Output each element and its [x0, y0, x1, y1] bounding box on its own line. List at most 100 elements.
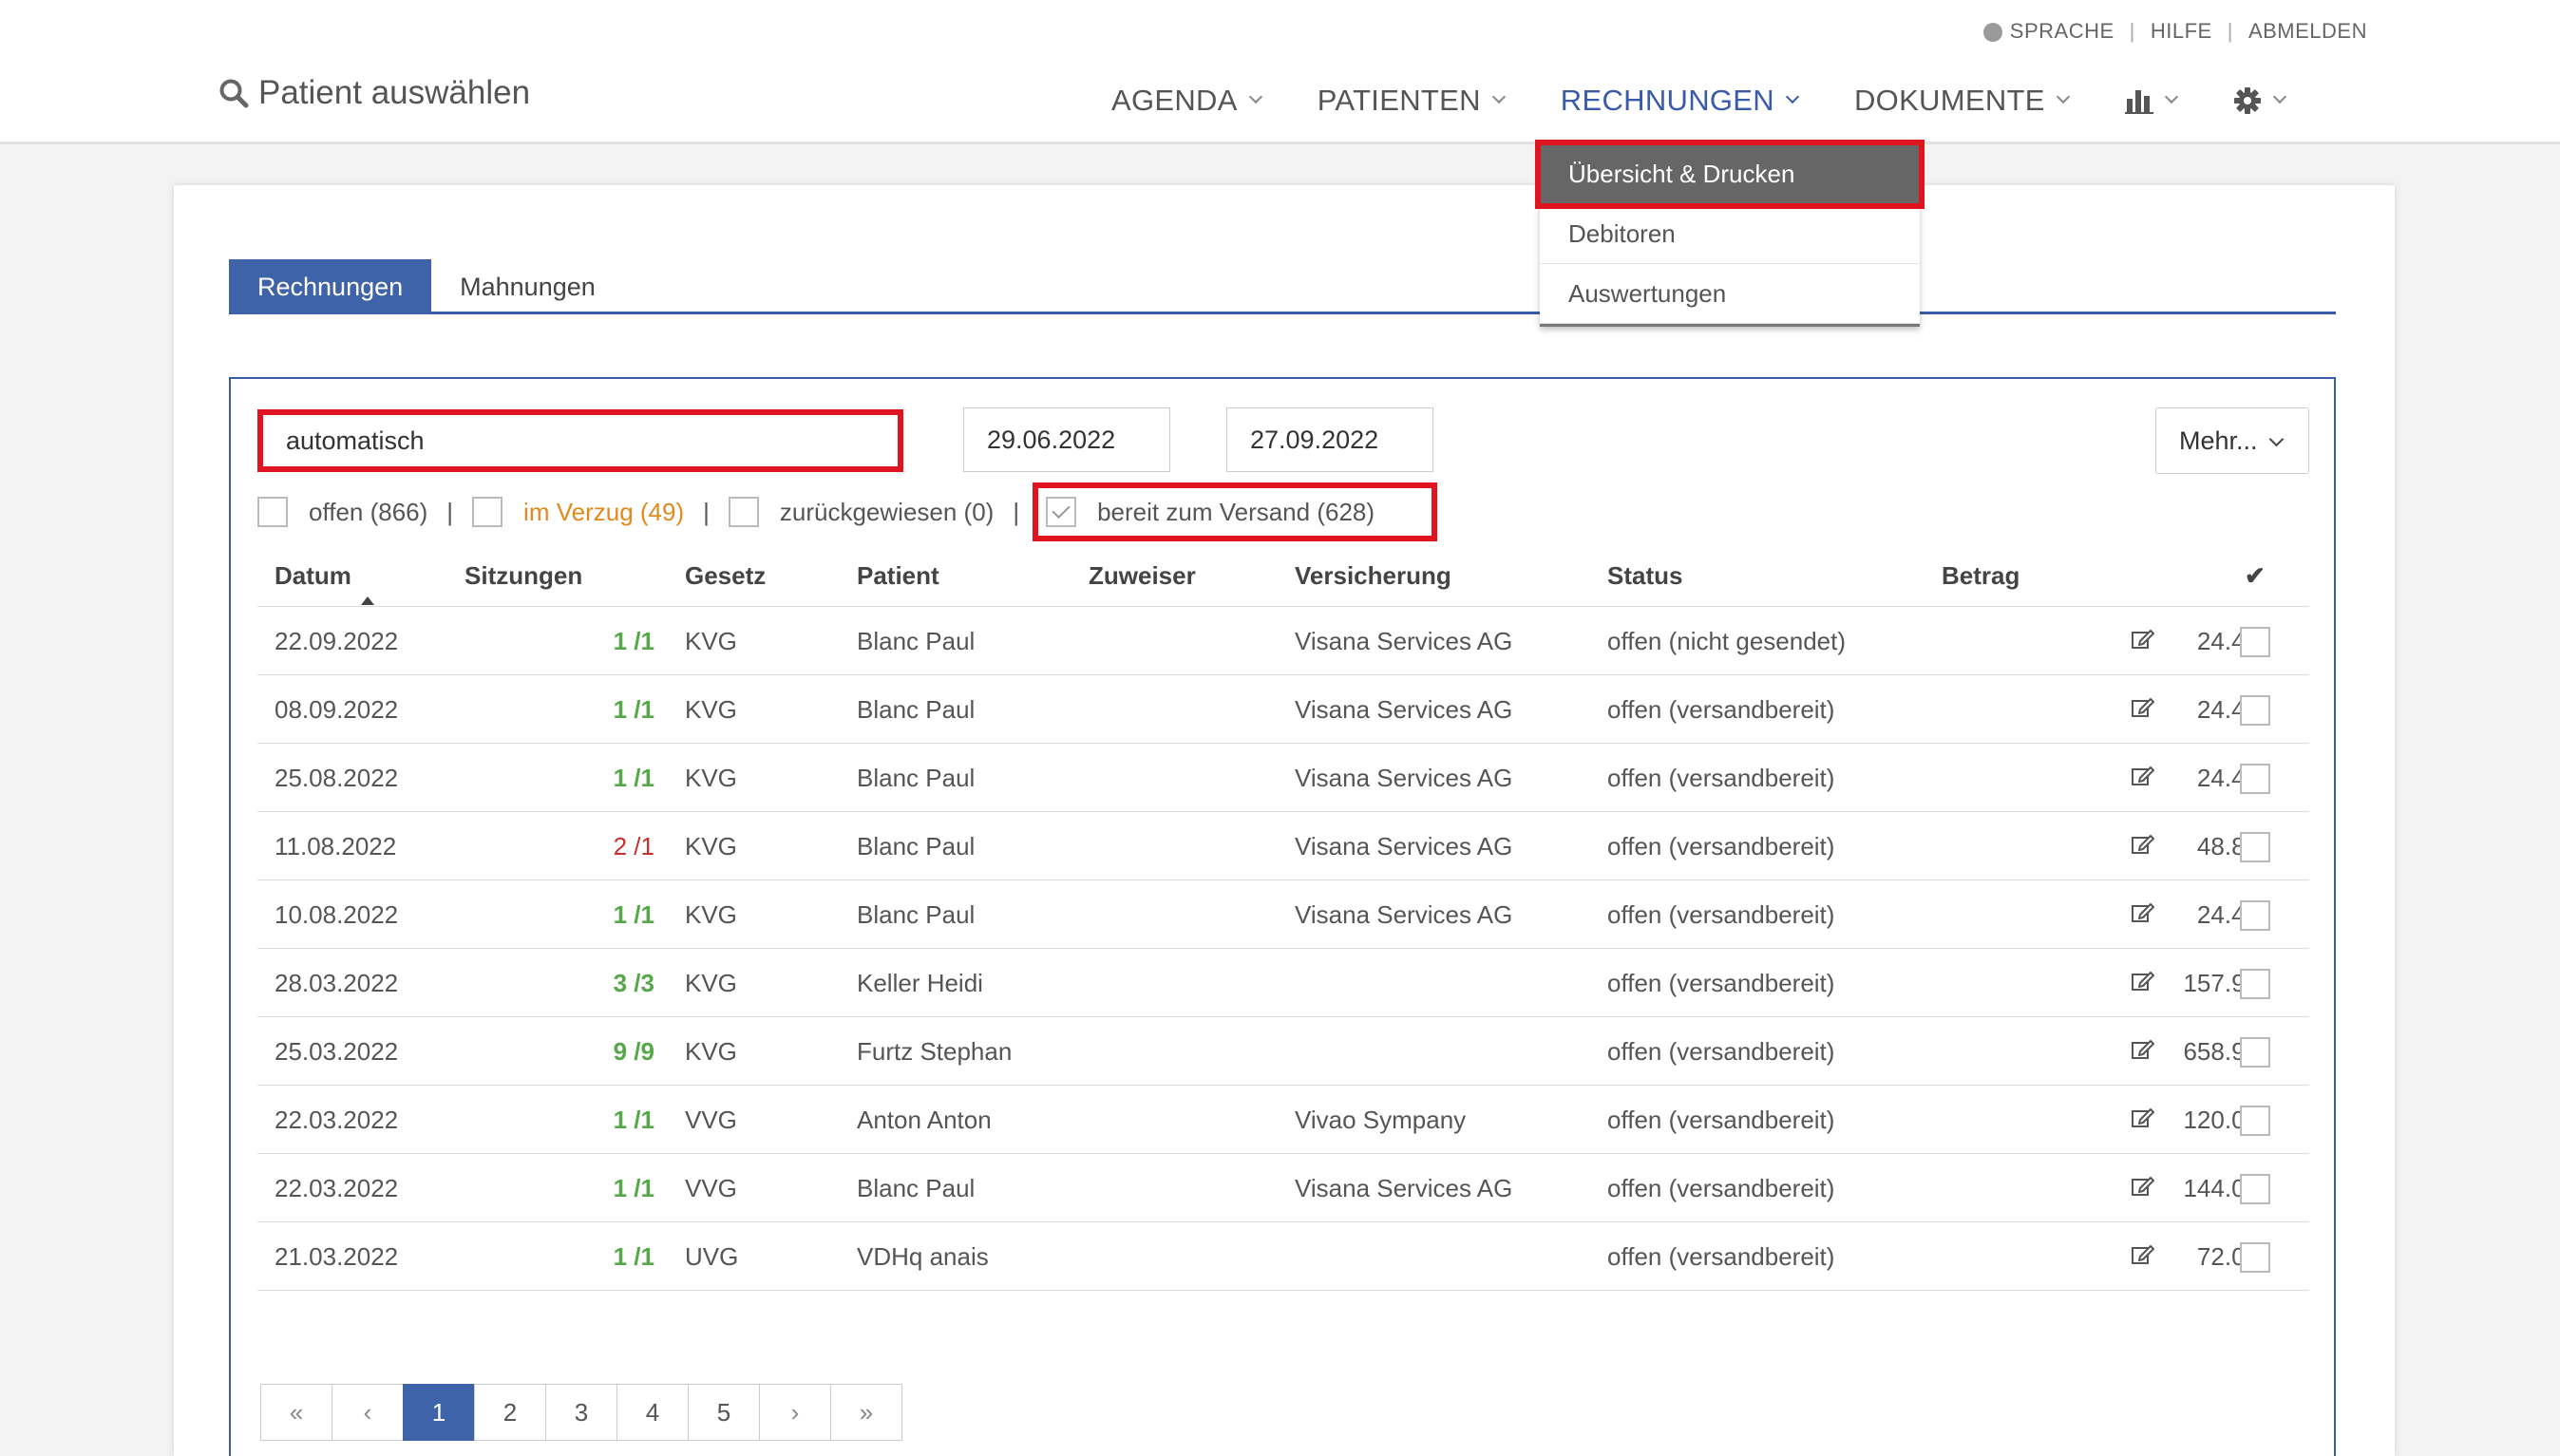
edit-icon[interactable]	[2132, 764, 2154, 793]
search-input[interactable]: automatisch	[257, 409, 903, 472]
row-select-checkbox[interactable]	[2240, 1106, 2270, 1136]
table-row[interactable]: 21.03.2022 1 /1 UVG VDHq anais offen (versan…	[257, 1222, 2309, 1291]
page-first-button[interactable]: «	[260, 1384, 332, 1441]
nav-patienten[interactable]: PATIENTEN	[1318, 84, 1506, 118]
chevron-down-icon	[1491, 89, 1506, 104]
pagination: « ‹ 1 2 3 4 5 › »	[260, 1384, 902, 1441]
column-header-status[interactable]: Status	[1607, 561, 1682, 591]
page-last-button[interactable]: »	[830, 1384, 902, 1441]
row-select-checkbox[interactable]	[2240, 695, 2270, 726]
page-3-button[interactable]: 3	[545, 1384, 617, 1441]
date-from-field[interactable]: 29.06.2022	[963, 407, 1170, 472]
cell-datum: 22.03.2022	[275, 1106, 399, 1134]
nav-rechnungen[interactable]: RECHNUNGEN	[1561, 84, 1800, 118]
table-row[interactable]: 22.09.2022 1 /1 KVG Blanc Paul Visana Servic…	[257, 607, 2309, 675]
edit-icon[interactable]	[2132, 969, 2154, 998]
cell-status: offen (versandbereit)	[1607, 832, 1835, 860]
date-to-field[interactable]: 27.09.2022	[1226, 407, 1433, 472]
row-select-checkbox[interactable]	[2240, 1037, 2270, 1068]
edit-icon[interactable]	[2132, 900, 2154, 930]
cell-patient: Anton Anton	[857, 1106, 992, 1134]
menu-item-auswertungen[interactable]: Auswertungen	[1540, 264, 1920, 324]
column-header-gesetz[interactable]: Gesetz	[685, 561, 766, 591]
table-row[interactable]: 28.03.2022 3 /3 KVG Keller Heidi offen (vers…	[257, 949, 2309, 1017]
menu-item-uebersicht-drucken[interactable]: Übersicht & Drucken	[1535, 140, 1925, 209]
table-row[interactable]: 22.03.2022 1 /1 VVG Anton Anton Vivao Sympan…	[257, 1086, 2309, 1154]
cell-gesetz: KVG	[685, 627, 737, 655]
filter-offen-checkbox[interactable]	[257, 497, 288, 527]
row-select-checkbox[interactable]	[2240, 900, 2270, 931]
cell-sitzungen: 2 /1	[613, 832, 654, 860]
nav-dokumente[interactable]: DOKUMENTE	[1854, 84, 2070, 118]
row-select-checkbox[interactable]	[2240, 764, 2270, 794]
more-button[interactable]: Mehr...	[2155, 407, 2309, 474]
cell-patient: Furtz Stephan	[857, 1037, 1013, 1066]
column-header-datum[interactable]: Datum	[275, 561, 374, 605]
help-link[interactable]: HILFE	[2151, 19, 2212, 44]
menu-item-debitoren[interactable]: Debitoren	[1540, 204, 1920, 264]
filter-zurueckgewiesen-label: zurückgewiesen (0)	[779, 497, 995, 526]
table-row[interactable]: 08.09.2022 1 /1 KVG Blanc Paul Visana Servic…	[257, 675, 2309, 744]
edit-icon[interactable]	[2132, 1106, 2154, 1135]
cell-gesetz: KVG	[685, 900, 737, 929]
table-row[interactable]: 11.08.2022 2 /1 KVG Blanc Paul Visana Servic…	[257, 812, 2309, 880]
language-link[interactable]: SPRACHE	[2010, 19, 2114, 44]
divider: |	[2129, 19, 2135, 43]
page-4-button[interactable]: 4	[616, 1384, 689, 1441]
column-header-versicherung[interactable]: Versicherung	[1295, 561, 1451, 591]
page-5-button[interactable]: 5	[688, 1384, 760, 1441]
column-header-zuweiser[interactable]: Zuweiser	[1089, 561, 1196, 591]
patient-search-label: Patient auswählen	[258, 74, 531, 111]
filter-verzug-checkbox[interactable]	[472, 497, 503, 527]
cell-status: offen (versandbereit)	[1607, 900, 1835, 929]
edit-icon[interactable]	[2132, 1174, 2154, 1203]
select-all-check-icon[interactable]: ✔	[2245, 561, 2266, 591]
edit-icon[interactable]	[2132, 695, 2154, 725]
column-header-patient[interactable]: Patient	[857, 561, 939, 591]
tab-mahnungen[interactable]: Mahnungen	[431, 259, 624, 314]
page-prev-button[interactable]: ‹	[332, 1384, 404, 1441]
nav-agenda[interactable]: AGENDA	[1111, 84, 1262, 118]
table-row[interactable]: 22.03.2022 1 /1 VVG Blanc Paul Visana Servic…	[257, 1154, 2309, 1222]
cell-versicherung: Visana Services AG	[1295, 764, 1513, 792]
edit-icon[interactable]	[2132, 1037, 2154, 1067]
page-1-button[interactable]: 1	[403, 1384, 475, 1441]
cell-sitzungen: 9 /9	[613, 1037, 654, 1066]
page-next-button[interactable]: ›	[759, 1384, 831, 1441]
nav-settings[interactable]	[2233, 86, 2286, 115]
cell-sitzungen: 1 /1	[613, 627, 654, 655]
cell-versicherung: Visana Services AG	[1295, 1174, 1513, 1202]
row-select-checkbox[interactable]	[2240, 1242, 2270, 1273]
chevron-down-icon	[1785, 89, 1800, 104]
patient-search[interactable]: Patient auswählen	[218, 74, 530, 112]
filter-zurueckgewiesen-checkbox[interactable]	[728, 497, 759, 527]
edit-icon[interactable]	[2132, 1242, 2154, 1272]
column-header-sitzungen[interactable]: Sitzungen	[465, 561, 582, 591]
table-row[interactable]: 10.08.2022 1 /1 KVG Blanc Paul Visana Servic…	[257, 880, 2309, 949]
tab-bar: Rechnungen Mahnungen	[229, 259, 2336, 314]
cell-status: offen (versandbereit)	[1607, 1037, 1835, 1066]
tab-rechnungen[interactable]: Rechnungen	[229, 259, 432, 314]
row-select-checkbox[interactable]	[2240, 832, 2270, 862]
filter-versand-highlight: bereit zum Versand (628)	[1033, 482, 1438, 541]
filter-versand-checkbox[interactable]	[1046, 497, 1077, 527]
cell-patient: Blanc Paul	[857, 695, 976, 724]
cell-status: offen (nicht gesendet)	[1607, 627, 1847, 655]
row-select-checkbox[interactable]	[2240, 969, 2270, 999]
edit-icon[interactable]	[2132, 627, 2154, 656]
row-select-checkbox[interactable]	[2240, 1174, 2270, 1204]
table-row[interactable]: 25.08.2022 1 /1 KVG Blanc Paul Visana Servic…	[257, 744, 2309, 812]
edit-icon[interactable]	[2132, 832, 2154, 861]
status-filter-checks: offen (866) | im Verzug (49) | zurückgew…	[257, 482, 1438, 541]
cell-versicherung: Visana Services AG	[1295, 627, 1513, 655]
nav-statistics[interactable]	[2124, 87, 2178, 114]
logout-link[interactable]: ABMELDEN	[2248, 19, 2367, 44]
cell-datum: 22.09.2022	[275, 627, 399, 655]
page-2-button[interactable]: 2	[474, 1384, 546, 1441]
row-select-checkbox[interactable]	[2240, 627, 2270, 657]
table-row[interactable]: 25.03.2022 9 /9 KVG Furtz Stephan offen (ver…	[257, 1017, 2309, 1086]
column-header-betrag[interactable]: Betrag	[1942, 561, 2020, 591]
cell-patient: Keller Heidi	[857, 969, 983, 997]
search-icon	[219, 79, 249, 108]
chevron-down-icon	[1248, 89, 1262, 104]
